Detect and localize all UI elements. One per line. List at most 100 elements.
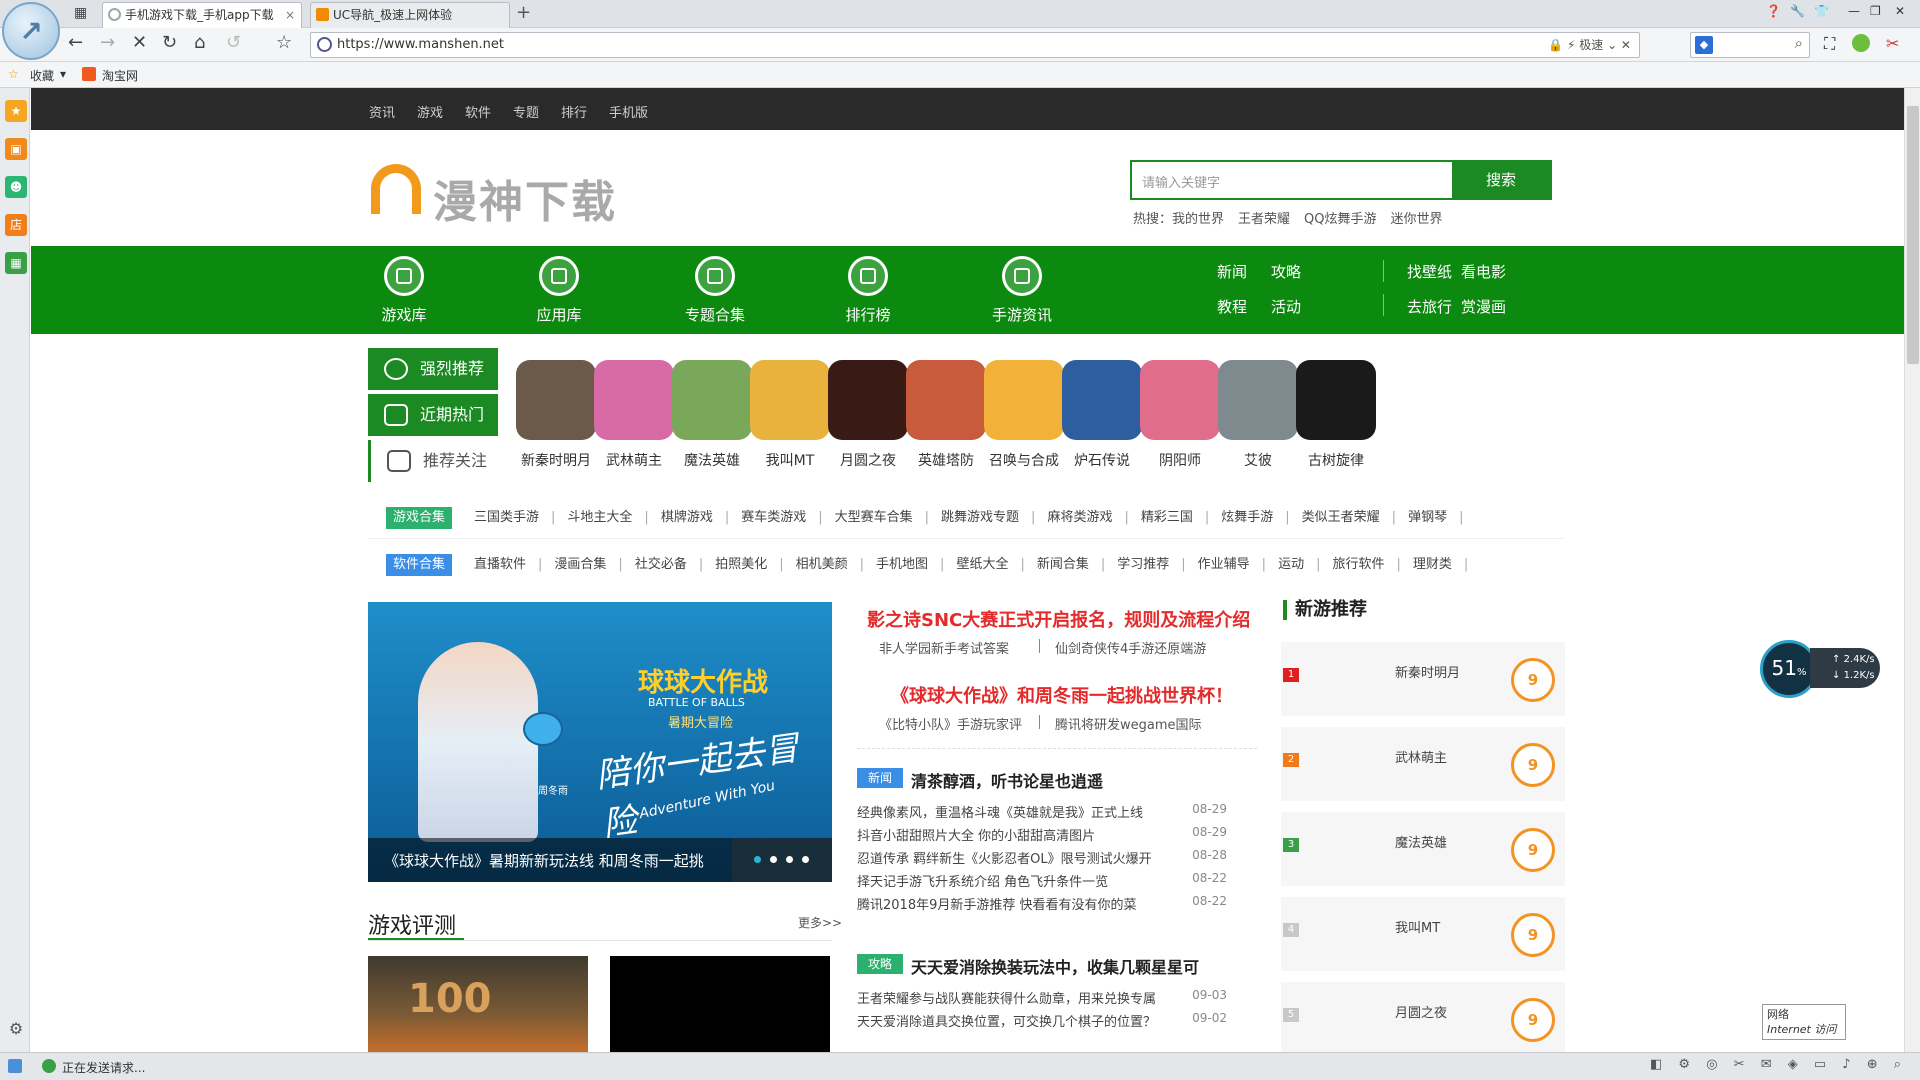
game-name[interactable]: 月圆之夜: [1395, 1002, 1447, 1021]
skin-icon[interactable]: 👕: [1814, 4, 1829, 18]
topnav-ranking[interactable]: 排行: [561, 102, 587, 121]
game-card[interactable]: 魔法英雄: [670, 360, 754, 470]
game-card[interactable]: 炉石传说: [1060, 360, 1144, 470]
collection-item[interactable]: 斗地主大全: [567, 506, 632, 525]
new-game-row[interactable]: 1 新秦时明月 9: [1281, 642, 1565, 716]
topnav-topics[interactable]: 专题: [513, 102, 539, 121]
banner-caption[interactable]: 《球球大作战》暑期新新玩法线 和周冬雨一起挑: [384, 850, 704, 871]
game-icon[interactable]: ▦: [5, 252, 27, 274]
tab-recommend-follow[interactable]: 推荐关注: [368, 440, 498, 482]
tab-recent-hot[interactable]: 近期热门: [368, 394, 498, 436]
browser-logo[interactable]: ↗: [2, 2, 60, 60]
collection-item[interactable]: 类似王者荣耀: [1302, 506, 1380, 525]
collection-item[interactable]: 运动: [1278, 553, 1304, 572]
collection-item[interactable]: 学习推荐: [1117, 553, 1169, 572]
news-title[interactable]: 经典像素风，重温格斗魂《英雄就是我》正式上线: [857, 806, 1143, 821]
settings-icon[interactable]: ⚙: [5, 1018, 27, 1040]
nav-link[interactable]: 教程: [1217, 296, 1247, 317]
headline[interactable]: 影之诗SNC大赛正式开启报名，规则及流程介绍: [867, 606, 1250, 632]
topnav-software[interactable]: 软件: [465, 102, 491, 121]
collection-item[interactable]: 赛车类游戏: [741, 506, 806, 525]
tab-active[interactable]: 手机游戏下载_手机app下载 ×: [102, 2, 302, 28]
bookmark-taobao[interactable]: 淘宝网: [102, 67, 138, 84]
nav-topics[interactable]: 专题合集: [665, 256, 765, 325]
tab-uc-nav[interactable]: UC导航_极速上网体验: [310, 2, 510, 28]
chevron-down-icon[interactable]: ▾: [60, 67, 66, 81]
game-card[interactable]: 新秦时明月: [514, 360, 598, 470]
collection-item[interactable]: 旅行软件: [1332, 553, 1384, 572]
undo-icon[interactable]: ↺: [226, 32, 241, 53]
collection-item[interactable]: 手机地图: [876, 553, 928, 572]
news-item[interactable]: 天天爱消除道具交换位置，可交换几个棋子的位置？ 09-02: [857, 1011, 1227, 1030]
news-title[interactable]: 抖音小甜甜照片大全 你的小甜甜高清图片: [857, 829, 1095, 844]
collection-item[interactable]: 壁纸大全: [956, 553, 1008, 572]
nav-app-library[interactable]: 应用库: [509, 256, 609, 325]
store-icon[interactable]: 店: [5, 214, 27, 236]
headline[interactable]: 《球球大作战》和周冬雨一起挑战世界杯！: [891, 682, 1233, 708]
collection-item[interactable]: 作业辅导: [1198, 553, 1250, 572]
stop-icon[interactable]: ✕: [132, 32, 147, 53]
news-title[interactable]: 腾讯2018年9月新手游推荐 快看看有没有你的菜: [857, 898, 1137, 913]
sub-link[interactable]: 仙剑奇侠传4手游还原端游: [1055, 638, 1206, 657]
search-engine-box[interactable]: ◆ ⌕: [1690, 32, 1810, 58]
network-speed-widget[interactable]: 51% ↑ 2.4K/s ↓ 1.2K/s: [1760, 640, 1880, 698]
paw-icon[interactable]: ◆: [1695, 36, 1713, 54]
new-tab-button[interactable]: +: [516, 2, 531, 23]
search-icon[interactable]: ⌕: [1795, 34, 1803, 52]
hot-item[interactable]: QQ炫舞手游: [1304, 212, 1376, 227]
nav-link[interactable]: 赏漫画: [1461, 296, 1506, 317]
collection-item[interactable]: 新闻合集: [1037, 553, 1089, 572]
nav-game-library[interactable]: 游戏库: [354, 256, 454, 325]
news-item[interactable]: 经典像素风，重温格斗魂《英雄就是我》正式上线 08-29: [857, 802, 1227, 821]
collection-item[interactable]: 跳舞游戏专题: [941, 506, 1019, 525]
game-card[interactable]: 英雄塔防: [904, 360, 988, 470]
game-card[interactable]: 艾彼: [1216, 360, 1300, 470]
news-item[interactable]: 忍道传承 羁绊新生《火影忍者OL》限号测试火爆开 08-28: [857, 848, 1227, 867]
news-title[interactable]: 择天记手游飞升系统介绍 角色飞升条件一览: [857, 875, 1108, 890]
app-icon[interactable]: ▣: [5, 138, 27, 160]
collection-item[interactable]: 精彩三国: [1141, 506, 1193, 525]
nav-link[interactable]: 找壁纸: [1407, 261, 1452, 282]
carousel-dot[interactable]: [802, 856, 809, 863]
more-link[interactable]: 更多>>: [798, 914, 842, 931]
nav-ranking[interactable]: 排行榜: [818, 256, 918, 325]
collection-item[interactable]: 直播软件: [474, 553, 526, 572]
hot-item[interactable]: 我的世界: [1172, 212, 1224, 227]
new-game-row[interactable]: 5 月圆之夜 9: [1281, 982, 1565, 1052]
nav-link[interactable]: 新闻: [1217, 261, 1247, 282]
collection-item[interactable]: 麻将类游戏: [1047, 506, 1112, 525]
yuan-icon[interactable]: [1852, 34, 1870, 52]
close-tab-icon[interactable]: ×: [285, 3, 295, 27]
extension-icon[interactable]: ✂: [1886, 34, 1899, 53]
forward-icon[interactable]: →: [100, 32, 115, 53]
game-name[interactable]: 我叫MT: [1395, 917, 1440, 936]
news-title[interactable]: 王者荣耀参与战队赛能获得什么勋章，用来兑换专属: [857, 992, 1156, 1007]
collection-item[interactable]: 大型赛车合集: [835, 506, 913, 525]
grid-icon[interactable]: ▦: [74, 5, 87, 21]
minimize-icon[interactable]: —: [1848, 4, 1860, 18]
game-card[interactable]: 月圆之夜: [826, 360, 910, 470]
close-window-icon[interactable]: ✕: [1895, 4, 1905, 18]
search-input[interactable]: 请输入关键字: [1142, 172, 1220, 191]
nav-news[interactable]: 手游资讯: [972, 256, 1072, 325]
hot-item[interactable]: 王者荣耀: [1238, 212, 1290, 227]
tray-icons[interactable]: ◧ ⚙ ◎ ✂ ✉ ◈ ▭ ♪ ⊕ ⌕: [1650, 1057, 1907, 1072]
news-item[interactable]: 抖音小甜甜照片大全 你的小甜甜高清图片 08-29: [857, 825, 1227, 844]
sub-link[interactable]: 非人学园新手考试答案: [879, 638, 1009, 657]
hot-item[interactable]: 迷你世界: [1391, 212, 1443, 227]
game-card[interactable]: 阴阳师: [1138, 360, 1222, 470]
game-name[interactable]: 魔法英雄: [1395, 832, 1447, 851]
nav-link[interactable]: 看电影: [1461, 261, 1506, 282]
new-game-row[interactable]: 3 魔法英雄 9: [1281, 812, 1565, 886]
news-item[interactable]: 择天记手游飞升系统介绍 角色飞升条件一览 08-22: [857, 871, 1227, 890]
user-icon[interactable]: ☻: [5, 176, 27, 198]
nav-link[interactable]: 攻略: [1271, 261, 1301, 282]
game-card[interactable]: 武林萌主: [592, 360, 676, 470]
star-icon[interactable]: ☆: [276, 32, 292, 53]
game-card[interactable]: 召唤与合成: [982, 360, 1066, 470]
carousel-dot[interactable]: [786, 856, 793, 863]
site-logo[interactable]: 漫神下载: [371, 160, 631, 228]
news-item[interactable]: 王者荣耀参与战队赛能获得什么勋章，用来兑换专属 09-03: [857, 988, 1227, 1007]
search-button[interactable]: 搜索: [1452, 162, 1550, 198]
collection-item[interactable]: 社交必备: [635, 553, 687, 572]
